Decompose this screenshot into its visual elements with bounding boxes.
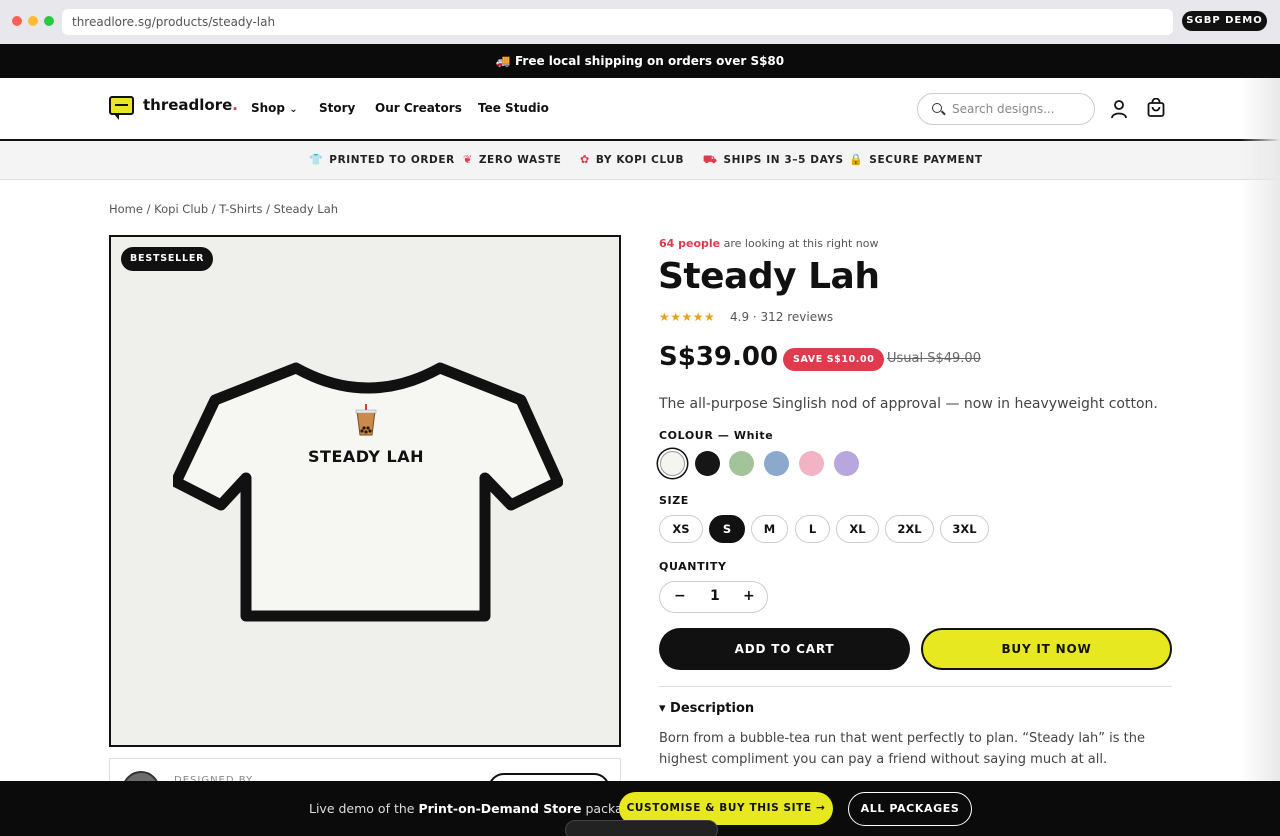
product-tagline: The all-purpose Singlish nod of approval… bbox=[659, 396, 1158, 412]
product-image[interactable]: BESTSELLER STEADY LAH bbox=[109, 235, 621, 747]
colour-swatch-white[interactable] bbox=[660, 451, 685, 476]
quantity-decrease-button[interactable]: − bbox=[674, 588, 686, 604]
feature-printed-to-order: 👕 PRINTED TO ORDER bbox=[309, 153, 455, 166]
size-xs[interactable]: XS bbox=[659, 515, 703, 543]
browser-chrome: threadlore.sg/products/steady-lah SGBP D… bbox=[0, 0, 1280, 44]
search-placeholder: Search designs... bbox=[952, 102, 1055, 116]
feature-zero-waste: ❦ ZERO WASTE bbox=[463, 153, 561, 166]
search-icon bbox=[932, 103, 942, 113]
search-input[interactable]: Search designs... bbox=[917, 93, 1095, 125]
address-bar[interactable]: threadlore.sg/products/steady-lah bbox=[62, 9, 1173, 35]
cart-icon[interactable] bbox=[1146, 98, 1166, 118]
feature-by-kopi-club: ✿ BY KOPI CLUB bbox=[580, 153, 684, 166]
bubble-tea-icon bbox=[355, 404, 377, 436]
price: S$39.00 bbox=[659, 342, 779, 372]
demo-bar: Live demo of the Print-on-Demand Store p… bbox=[0, 781, 1280, 836]
nav-our-creators[interactable]: Our Creators bbox=[375, 101, 462, 115]
quantity-stepper: − 1 + bbox=[659, 581, 768, 613]
quantity-value[interactable]: 1 bbox=[710, 588, 720, 604]
feature-label: SECURE PAYMENT bbox=[869, 154, 983, 166]
viewers-count: 64 people bbox=[659, 237, 721, 250]
demo-badge: SGBP DEMO bbox=[1182, 11, 1267, 31]
tshirt-icon: 👕 bbox=[309, 153, 324, 166]
colour-swatch-blue[interactable] bbox=[764, 451, 789, 476]
colour-swatch-black[interactable] bbox=[695, 451, 720, 476]
logo-dot: . bbox=[232, 96, 238, 114]
logo-icon[interactable] bbox=[109, 96, 134, 120]
feature-secure-payment: 🔒 SECURE PAYMENT bbox=[849, 153, 983, 166]
lock-icon: 🔒 bbox=[849, 153, 864, 166]
close-window-dot[interactable] bbox=[12, 16, 22, 26]
colour-swatch-green[interactable] bbox=[729, 451, 754, 476]
feature-label: BY KOPI CLUB bbox=[595, 154, 685, 166]
nav-shop[interactable]: Shop ⌄ bbox=[251, 101, 298, 115]
feature-label: PRINTED TO ORDER bbox=[329, 154, 455, 166]
all-packages-button[interactable]: ALL PACKAGES bbox=[848, 792, 972, 826]
minimize-window-dot[interactable] bbox=[28, 16, 38, 26]
feature-label: ZERO WASTE bbox=[478, 154, 562, 166]
logo-wordmark: threadlore bbox=[143, 96, 233, 114]
feature-ships: ⛟ SHIPS IN 3–5 DAYS bbox=[703, 153, 844, 168]
bestseller-badge: BESTSELLER bbox=[121, 247, 214, 271]
rating-stars: ★★★★★ bbox=[659, 310, 716, 324]
quantity-label: QUANTITY bbox=[659, 560, 727, 573]
site-header: threadlore. Shop ⌄ Story Our Creators Te… bbox=[0, 78, 1280, 141]
description-text: Born from a bubble-tea run that went per… bbox=[659, 731, 1145, 767]
account-icon[interactable] bbox=[1110, 99, 1128, 119]
rating-summary[interactable]: 4.9 · 312 reviews bbox=[730, 310, 833, 324]
floating-dock[interactable] bbox=[565, 820, 718, 836]
description-toggle[interactable]: ▾ Description bbox=[659, 701, 754, 716]
demo-text-pre: Live demo of the bbox=[309, 801, 419, 816]
size-l[interactable]: L bbox=[795, 515, 830, 543]
buy-now-button[interactable]: BUY IT NOW bbox=[921, 628, 1172, 670]
quantity-increase-button[interactable]: + bbox=[743, 588, 755, 604]
features-strip: 👕 PRINTED TO ORDER ❦ ZERO WASTE ✿ BY KOPI C… bbox=[0, 141, 1280, 180]
colour-swatch-pink[interactable] bbox=[799, 451, 824, 476]
breadcrumb[interactable]: Home / Kopi Club / T-Shirts / Steady Lah bbox=[109, 202, 338, 216]
colour-swatch-lilac[interactable] bbox=[834, 451, 859, 476]
live-viewers: 64 people are looking at this right now bbox=[659, 237, 878, 250]
demo-package-name: Print-on-Demand Store bbox=[418, 801, 582, 816]
add-to-cart-button[interactable]: ADD TO CART bbox=[659, 628, 910, 670]
tshirt-illustration bbox=[173, 362, 563, 622]
size-m[interactable]: M bbox=[751, 515, 788, 543]
size-s[interactable]: S bbox=[709, 515, 745, 543]
chevron-down-icon: ⌄ bbox=[289, 104, 298, 115]
promo-banner: 🚚 Free local shipping on orders over S$8… bbox=[0, 44, 1280, 78]
size-2xl[interactable]: 2XL bbox=[885, 515, 934, 543]
usual-price: Usual S$49.00 bbox=[887, 351, 981, 366]
tee-print-text: STEADY LAH bbox=[308, 447, 424, 466]
product-title: Steady Lah bbox=[658, 256, 880, 297]
nav-tee-studio[interactable]: Tee Studio bbox=[478, 101, 549, 115]
demo-bar-text: Live demo of the Print-on-Demand Store p… bbox=[309, 801, 642, 816]
logo[interactable]: threadlore. bbox=[143, 96, 238, 114]
save-badge: SAVE S$10.00 bbox=[783, 348, 885, 371]
maximize-window-dot[interactable] bbox=[44, 16, 54, 26]
viewers-text: are looking at this right now bbox=[720, 237, 879, 250]
palette-icon: ✿ bbox=[580, 153, 590, 166]
size-3xl[interactable]: 3XL bbox=[940, 515, 989, 543]
size-xl[interactable]: XL bbox=[836, 515, 879, 543]
divider bbox=[659, 686, 1172, 687]
page-edge-shadow bbox=[1240, 78, 1280, 781]
truck-icon: ⛟ bbox=[703, 153, 718, 166]
leaf-icon: ❦ bbox=[463, 153, 473, 166]
size-label: SIZE bbox=[659, 494, 689, 507]
feature-label: SHIPS IN 3–5 DAYS bbox=[723, 154, 844, 166]
nav-shop-label: Shop bbox=[251, 101, 286, 115]
colour-label: COLOUR — White bbox=[659, 429, 774, 442]
nav-story[interactable]: Story bbox=[319, 101, 355, 115]
